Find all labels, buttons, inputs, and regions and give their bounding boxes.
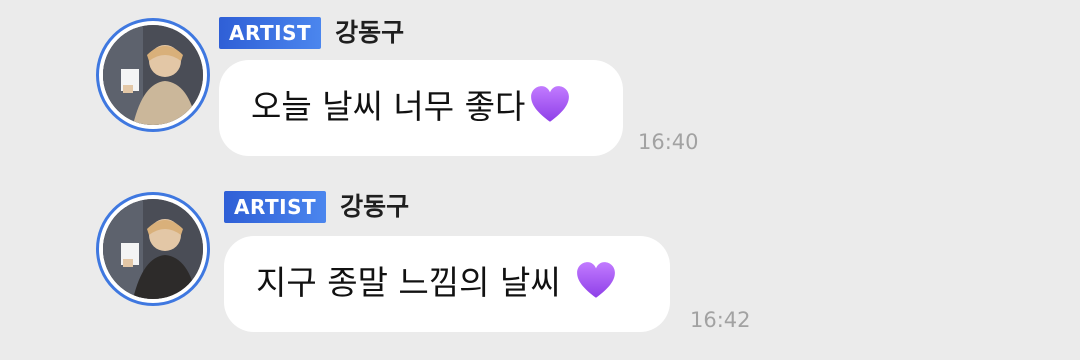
sender-row: ARTIST 강동구: [224, 190, 409, 224]
message-timestamp: 16:42: [690, 308, 751, 332]
chat-view: ARTIST 강동구 오늘 날씨 너무 좋다 16:40 ARTIST 강동구 …: [0, 0, 1080, 360]
artist-badge: ARTIST: [224, 191, 327, 223]
message-text-content: 오늘 날씨 너무 좋다: [251, 86, 526, 126]
message-timestamp: 16:40: [638, 130, 699, 154]
purple-heart-icon: [577, 262, 616, 299]
message-text: 오늘 날씨 너무 좋다: [251, 86, 571, 130]
avatar[interactable]: [96, 192, 210, 306]
avatar-photo: [103, 25, 203, 125]
sender-name[interactable]: 강동구: [335, 18, 404, 48]
message-bubble[interactable]: 지구 종말 느낌의 날씨: [224, 236, 670, 332]
sender-name[interactable]: 강동구: [340, 192, 409, 222]
avatar-photo: [103, 199, 203, 299]
message-text: 지구 종말 느낌의 날씨: [256, 262, 617, 306]
message-text-content: 지구 종말 느낌의 날씨: [256, 262, 561, 302]
message-bubble[interactable]: 오늘 날씨 너무 좋다: [219, 60, 623, 156]
avatar[interactable]: [96, 18, 210, 132]
purple-heart-icon: [531, 86, 570, 123]
artist-badge: ARTIST: [219, 17, 322, 49]
sender-row: ARTIST 강동구: [219, 16, 404, 50]
